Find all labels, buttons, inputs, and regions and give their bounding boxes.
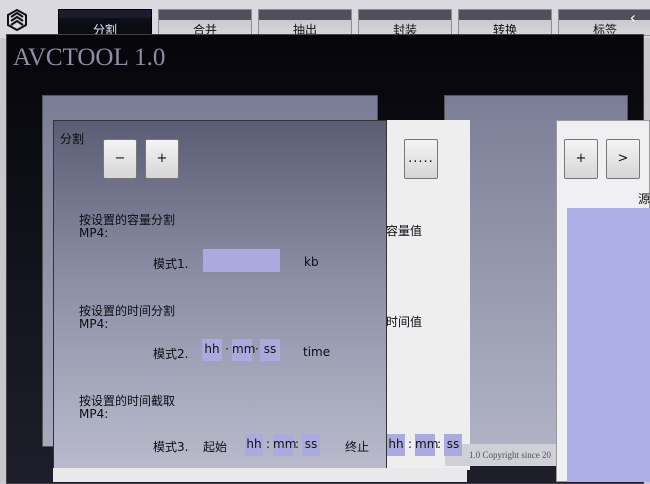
time-unit-label: time <box>303 345 331 359</box>
tab-tags[interactable]: 标签 <box>558 9 650 37</box>
time-separator: : <box>266 437 271 451</box>
start-hours-input[interactable]: hh <box>245 434 263 456</box>
mode1-label: 模式1. <box>153 257 189 271</box>
time-separator: : <box>437 437 442 451</box>
size-input[interactable] <box>203 249 280 272</box>
start-seconds-input[interactable]: ss <box>302 434 320 456</box>
tab-split[interactable]: 分割 <box>58 9 152 37</box>
mode1-format: MP4: <box>79 226 109 240</box>
panel-title: 分割 <box>60 132 85 146</box>
end-hours-input[interactable]: hh <box>387 434 405 456</box>
source-label: 源 <box>638 192 650 206</box>
tab-convert[interactable]: 转换 <box>458 9 552 37</box>
time-separator: · <box>225 342 229 356</box>
add-button[interactable]: + <box>145 139 179 179</box>
top-tab-bar: 分割 合并 抽出 封装 转换 标签 <box>0 0 650 38</box>
time-separator: : <box>295 437 300 451</box>
end-seconds-input[interactable]: ss <box>444 434 462 456</box>
kb-unit-label: kb <box>304 255 319 269</box>
file-list[interactable] <box>567 208 650 482</box>
end-label: 终止 <box>345 440 370 454</box>
app-title: AVCTOOL 1.0 <box>13 44 166 71</box>
time-separator: : <box>408 437 413 451</box>
browse-button[interactable]: ..... <box>404 139 438 179</box>
mode2-label: 模式2. <box>153 347 189 361</box>
mode3-format: MP4: <box>79 407 109 421</box>
tab-mux[interactable]: 封装 <box>358 9 452 37</box>
right-next-button[interactable]: > <box>606 139 640 179</box>
time-separator: · <box>255 342 259 356</box>
start-label: 起始 <box>203 440 228 454</box>
tab-merge[interactable]: 合并 <box>158 9 252 37</box>
end-minutes-input[interactable]: mm <box>415 434 438 456</box>
hours-input[interactable]: hh <box>202 339 222 361</box>
close-icon[interactable]: ‹ <box>630 8 636 27</box>
remove-button[interactable]: − <box>103 139 137 179</box>
tab-extract[interactable]: 抽出 <box>258 9 352 37</box>
minutes-input[interactable]: mm <box>232 339 255 361</box>
start-minutes-input[interactable]: mm <box>273 434 296 456</box>
app-logo-icon <box>7 8 27 32</box>
bottom-strip <box>53 468 467 482</box>
right-add-button[interactable]: + <box>564 139 598 179</box>
mode2-format: MP4: <box>79 317 109 331</box>
mode3-label: 模式3. <box>153 440 189 454</box>
seconds-input[interactable]: ss <box>260 339 280 361</box>
